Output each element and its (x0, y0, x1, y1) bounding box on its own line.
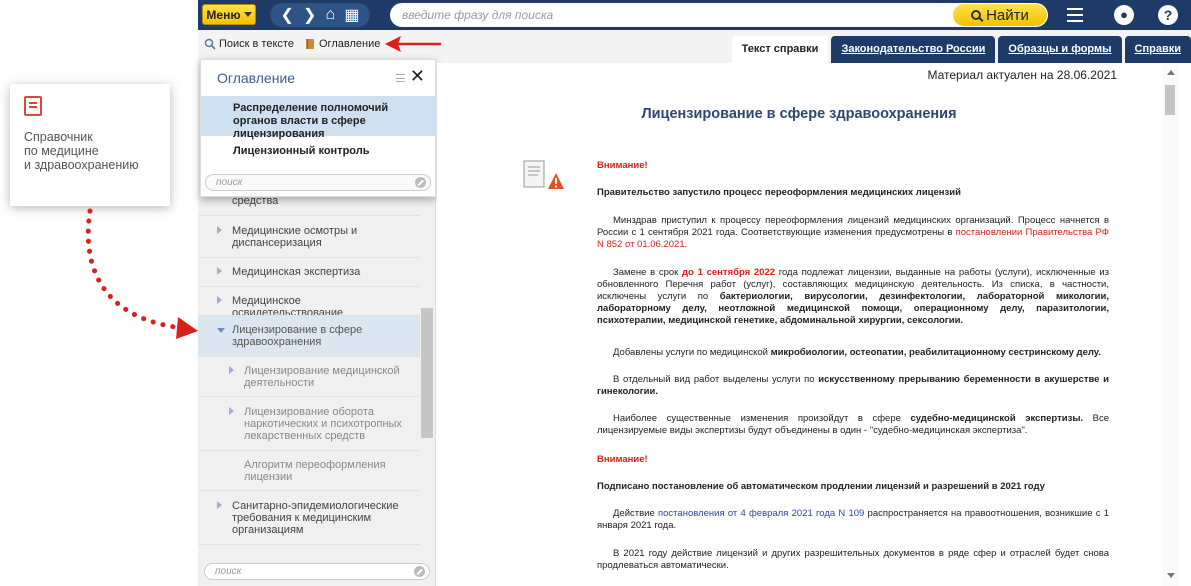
forward-arrow-icon[interactable]: ❯ (303, 5, 316, 25)
close-icon[interactable]: ✕ (410, 66, 425, 87)
toc-subitem[interactable]: Лицензирование медицинской деятельности (198, 365, 420, 389)
tab-reference-text[interactable]: Текст справки (731, 36, 829, 63)
expand-arrow-icon[interactable] (217, 226, 222, 234)
toc-scrollbar[interactable] (421, 308, 433, 438)
paragraph: Замене в срок до 1 сентября 2022 года по… (597, 267, 1109, 326)
attention-label: Внимание! (597, 454, 648, 465)
toc-item-label: Лицензирование медицинской деятельности (244, 365, 400, 389)
popup-header: Оглавление ✕ (201, 60, 435, 96)
user-icon[interactable]: ● (1114, 5, 1134, 25)
scroll-down-icon[interactable] (1167, 573, 1175, 578)
toc-item[interactable]: Медицинская экспертиза (198, 266, 420, 278)
grid-icon[interactable]: ▦ (344, 5, 359, 25)
nav-group: ❮ ❯ ⌂ ▦ (270, 3, 370, 27)
paragraph: В отдельный вид работ выделены услуги по… (597, 374, 1110, 397)
divider (198, 286, 420, 287)
clear-icon[interactable] (414, 566, 425, 577)
toc-item-label: Алгоритм переоформления лицензии (244, 459, 386, 483)
scroll-thumb[interactable] (1165, 85, 1175, 115)
book-icon (306, 39, 314, 49)
search-in-text-label: Поиск в тексте (219, 38, 294, 50)
red-pointer-arrow-icon (385, 36, 441, 52)
toc-item-label: Санитарно-эпидемиологические требования … (232, 500, 399, 536)
find-button[interactable]: Найти (953, 4, 1047, 26)
divider (198, 450, 420, 451)
document-title: Лицензирование в сфере здравоохранения (641, 106, 957, 122)
toc-item[interactable]: Медицинские осмотры и диспансеризация (198, 225, 420, 249)
scroll-up-icon[interactable] (1167, 70, 1175, 75)
news-heading: Подписано постановление об автоматическо… (597, 481, 1045, 492)
menu-button-label: Меню (206, 7, 241, 22)
expand-arrow-icon[interactable] (217, 501, 222, 509)
toc-search-input[interactable]: поиск (204, 563, 430, 580)
toc-item-label: Медицинские осмотры и диспансеризация (232, 225, 358, 249)
reference-book-card[interactable]: Справочник по медицине и здравоохранению (10, 84, 170, 206)
document-area: Материал актуален на 28.06.2021 Лицензир… (437, 63, 1161, 586)
paragraph: Действие постановления от 4 февраля 2021… (597, 508, 1109, 531)
warning-document-icon (523, 160, 564, 189)
book-icon (24, 96, 42, 116)
tab-samples-forms[interactable]: Образцы и формы (998, 36, 1122, 63)
news-heading: Правительство запустило процесс переофор… (597, 187, 961, 198)
divider (198, 257, 420, 258)
popup-title: Оглавление (217, 70, 296, 86)
expand-arrow-icon[interactable] (229, 366, 234, 374)
reference-book-title: Справочник по медицине и здравоохранению (24, 130, 139, 172)
popup-item-selected[interactable]: Распределение полномочий органов власти … (201, 96, 435, 140)
search-in-text-button[interactable]: Поиск в тексте (204, 38, 294, 50)
top-toolbar: Меню ❮ ❯ ⌂ ▦ введите фразу для поиска На… (198, 0, 1191, 30)
dotted-arrow-icon (85, 208, 198, 339)
toc-search-placeholder: поиск (215, 566, 242, 577)
chevron-down-icon (243, 12, 252, 17)
magnifier-icon (204, 38, 216, 50)
list-menu-icon[interactable] (396, 74, 405, 82)
actuality-date: Материал актуален на 28.06.2021 (927, 68, 1117, 82)
tab-bar: Текст справки Законодательство России Об… (731, 36, 1191, 63)
toc-item-label: Лицензирование оборота наркотических и п… (244, 406, 402, 442)
home-icon[interactable]: ⌂ (326, 6, 336, 24)
search-input[interactable]: введите фразу для поиска (390, 3, 1048, 27)
popup-search-placeholder: поиск (216, 177, 243, 188)
toc-subitem[interactable]: Алгоритм переоформления лицензии (198, 459, 420, 483)
app-window: Справочник по медицине и здравоохранению… (0, 0, 1191, 586)
paragraph: Добавлены услуги по медицинской микробио… (613, 347, 1101, 358)
paragraph: Минздрав приступил к процессу переоформл… (597, 215, 1109, 250)
tab-russian-legislation[interactable]: Законодательство России (831, 36, 996, 63)
find-button-label: Найти (986, 6, 1029, 24)
paragraph: В 2021 году действие лицензий и других р… (597, 548, 1109, 571)
contents-label: Оглавление (319, 38, 381, 50)
contents-button[interactable]: Оглавление (304, 38, 380, 50)
help-icon[interactable]: ? (1158, 5, 1178, 25)
toc-item-label: Медицинская экспертиза (232, 266, 361, 278)
attention-label: Внимание! (597, 160, 648, 171)
clear-icon[interactable] (415, 177, 426, 188)
divider (198, 490, 420, 491)
collapse-arrow-icon[interactable] (217, 328, 225, 333)
document-scrollbar[interactable] (1163, 63, 1179, 586)
toc-item[interactable]: Санитарно-эпидемиологические требования … (198, 500, 420, 536)
law-link[interactable]: постановления от 4 февраля 2021 года N 1… (658, 508, 864, 519)
contents-popup: Оглавление ✕ Распределение полномочий ор… (200, 59, 436, 197)
hamburger-menu-icon[interactable] (1067, 8, 1083, 22)
toc-item-label: Лицензирование в сфере здравоохранения (232, 324, 363, 348)
tab-references[interactable]: Справки (1124, 36, 1191, 63)
divider (198, 544, 420, 545)
divider (198, 396, 420, 397)
expand-arrow-icon[interactable] (217, 296, 222, 304)
toc-item-active[interactable]: Лицензирование в сфере здравоохранения (198, 316, 420, 357)
popup-search-input[interactable]: поиск (205, 174, 431, 191)
search-icon (971, 10, 982, 20)
paragraph: Наиболее существенные изменения произойд… (597, 413, 1109, 436)
menu-button[interactable]: Меню (202, 4, 256, 25)
divider (198, 215, 420, 216)
expand-arrow-icon[interactable] (217, 267, 222, 275)
back-arrow-icon[interactable]: ❮ (281, 5, 294, 25)
toc-subitem[interactable]: Лицензирование оборота наркотических и п… (198, 406, 420, 442)
expand-arrow-icon[interactable] (229, 407, 234, 415)
